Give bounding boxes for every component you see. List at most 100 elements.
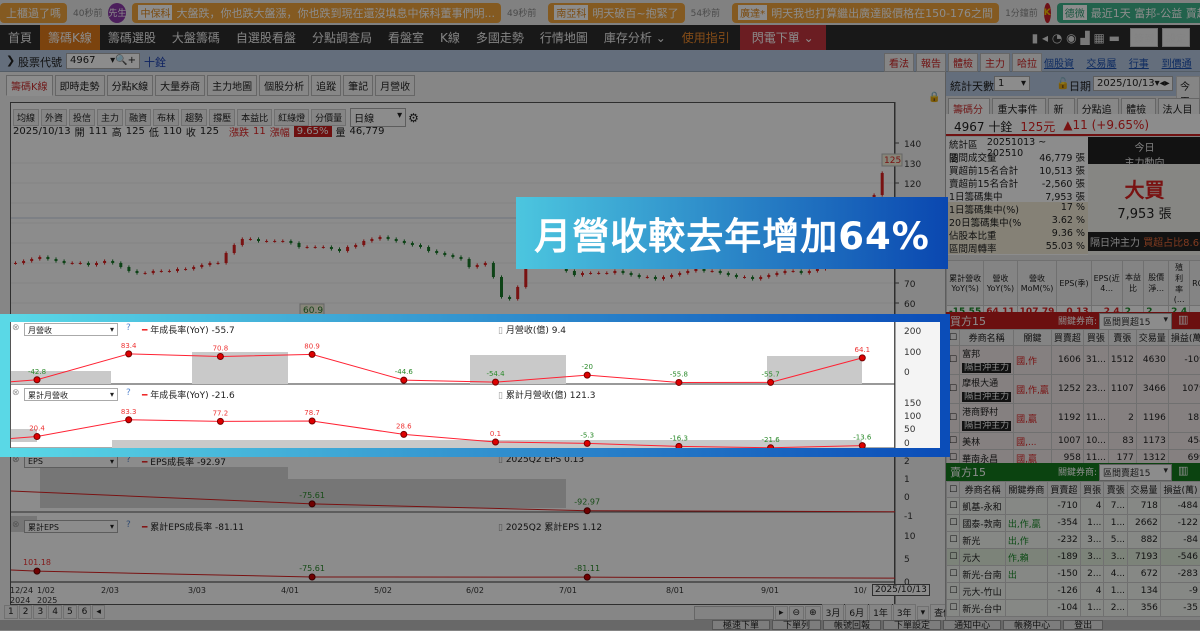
- row-checkbox[interactable]: ☐: [947, 375, 960, 404]
- select-all-checkbox[interactable]: ☐: [947, 330, 960, 346]
- notification-button[interactable]: 通知中心: [943, 620, 1001, 630]
- range-1y[interactable]: 1年: [869, 604, 892, 621]
- column-header[interactable]: 買張: [1080, 482, 1104, 498]
- columns-icon[interactable]: ▥: [1178, 464, 1188, 477]
- help-icon[interactable]: ?: [126, 520, 131, 530]
- row-checkbox[interactable]: ☐: [947, 346, 960, 375]
- column-header[interactable]: 交易量: [1136, 330, 1168, 346]
- column-header[interactable]: 券商名稱: [960, 482, 1005, 498]
- broker-name[interactable]: 新光-台南: [960, 566, 1005, 583]
- columns-icon[interactable]: ▥: [1178, 313, 1188, 326]
- range-6m[interactable]: 6月: [845, 604, 868, 621]
- table-row[interactable]: ☐國泰-敦南出,作,贏-3541...1...2662-122: [947, 515, 1200, 532]
- broker-name[interactable]: 富邦: [962, 347, 1011, 360]
- column-header[interactable]: 損益(萬): [1168, 330, 1200, 346]
- close-icon[interactable]: ⊗: [12, 388, 20, 398]
- order-settings-button[interactable]: 下單設定: [883, 620, 941, 630]
- table-row[interactable]: ☐富邦隔日沖主力國,作160631...15124630-109: [947, 346, 1200, 375]
- sell-filter-select[interactable]: 區間賣超15▾: [1099, 464, 1172, 481]
- close-icon[interactable]: ⊗: [12, 455, 20, 465]
- row-checkbox[interactable]: ☐: [947, 433, 960, 450]
- table-row[interactable]: ☐摩根大通隔日沖主力國,作,贏125223...110734661079: [947, 375, 1200, 404]
- scroll-right-button[interactable]: ▸: [775, 606, 788, 620]
- avatar[interactable]: K: [1044, 3, 1051, 23]
- table-row[interactable]: ☐凱基-永和-71047...718-484: [947, 498, 1200, 515]
- close-icon[interactable]: ⊗: [12, 323, 20, 333]
- row-checkbox[interactable]: ☐: [947, 600, 960, 617]
- table-row[interactable]: ☐元大-竹山-12641...134-9: [947, 583, 1200, 600]
- broker-name[interactable]: 新光-台中: [960, 600, 1005, 617]
- range-input[interactable]: [694, 606, 774, 620]
- account-report-button[interactable]: 帳號回報: [823, 620, 881, 630]
- column-header[interactable]: 買賣超: [1051, 330, 1083, 346]
- row-checkbox[interactable]: ☐: [947, 532, 960, 549]
- order-bar-button[interactable]: 下單列: [772, 620, 821, 630]
- stat-row: 佔股本比重9.36 %: [946, 228, 1088, 241]
- indicator-select[interactable]: 累計EPS▾: [24, 520, 118, 533]
- zoom-out-icon[interactable]: ⊖: [789, 606, 805, 620]
- broker-name[interactable]: 元大-竹山: [960, 583, 1005, 600]
- page-2[interactable]: 2: [19, 605, 33, 619]
- ticker-item[interactable]: 德微最近1天 富邦-公益 賣超異常 -28.4%: [1057, 3, 1200, 23]
- table-row[interactable]: ☐新光-台中-1041...2...356-35: [947, 600, 1200, 617]
- table-row[interactable]: ☐元大作,賴-1893...3...7193-546: [947, 549, 1200, 566]
- indicator-select[interactable]: EPS▾: [24, 455, 118, 468]
- page-1[interactable]: 1: [4, 605, 18, 619]
- column-header[interactable]: 賣張: [1108, 330, 1136, 346]
- checkin-button[interactable]: 簽到: [1130, 28, 1158, 47]
- column-header[interactable]: 買賣超: [1047, 482, 1080, 498]
- row-checkbox[interactable]: ☐: [947, 566, 960, 583]
- main-force-button[interactable]: 主力: [980, 53, 1010, 72]
- page-5[interactable]: 5: [63, 605, 77, 619]
- column-header[interactable]: 券商名稱: [960, 330, 1014, 346]
- column-header[interactable]: 賣張: [1104, 482, 1128, 498]
- range-3m[interactable]: 3月: [822, 604, 845, 621]
- row-checkbox[interactable]: ☐: [947, 404, 960, 433]
- quick-order-button[interactable]: 極速下單: [712, 620, 770, 630]
- days-select[interactable]: 1▾: [994, 76, 1030, 91]
- table-row[interactable]: ☐港商野村隔日沖主力國,贏119211...21196181: [947, 404, 1200, 433]
- broker-name[interactable]: 美林: [962, 435, 1011, 448]
- indicator-select[interactable]: 累計月營收▾: [24, 388, 118, 401]
- zoom-in-icon[interactable]: ⊕: [805, 606, 821, 620]
- row-checkbox[interactable]: ☐: [947, 515, 960, 532]
- broker-name[interactable]: 摩根大通: [962, 376, 1011, 389]
- page-4[interactable]: 4: [48, 605, 62, 619]
- column-header[interactable]: 損益(萬): [1160, 482, 1200, 498]
- broker-name[interactable]: 國泰-敦南: [960, 515, 1005, 532]
- toolbar-icons[interactable]: ▮ ◂ ◔ ◉ ▟ ▦ ▬: [1024, 25, 1128, 50]
- table-row[interactable]: ☐新光出,作-2323...5...882-84: [947, 532, 1200, 549]
- table-row[interactable]: ☐美林國,...100710...831173454: [947, 433, 1200, 450]
- row-checkbox[interactable]: ☐: [947, 498, 960, 515]
- checkup-button[interactable]: 體檢: [948, 53, 978, 72]
- logout-button[interactable]: 登出: [1063, 620, 1103, 630]
- broker-name[interactable]: 新光: [960, 532, 1005, 549]
- indicator-select[interactable]: 月營收▾: [24, 323, 118, 336]
- table-row[interactable]: ☐新光-台南出-1502...4...672-283: [947, 566, 1200, 583]
- row-checkbox[interactable]: ☐: [947, 583, 960, 600]
- range-3y[interactable]: 3年: [893, 604, 916, 621]
- broker-name[interactable]: 港商野村: [962, 405, 1011, 418]
- account-center-button[interactable]: 帳務中心: [1003, 620, 1061, 630]
- lock-icon[interactable]: 🔓: [1056, 77, 1070, 90]
- column-header[interactable]: 關鍵券商: [1005, 482, 1047, 498]
- column-header[interactable]: 關鍵: [1014, 330, 1052, 346]
- broker-name[interactable]: 凱基-永和: [960, 498, 1005, 515]
- help-icon[interactable]: ?: [126, 323, 131, 333]
- help-icon[interactable]: ?: [126, 388, 131, 398]
- settings-button[interactable]: 設定: [1162, 28, 1190, 47]
- scroll-left-button[interactable]: ◂: [92, 605, 105, 619]
- range-dropdown[interactable]: ▾: [917, 606, 930, 620]
- close-icon[interactable]: ⊗: [12, 520, 20, 530]
- select-all-checkbox[interactable]: ☐: [947, 482, 960, 498]
- column-header[interactable]: 買張: [1083, 330, 1108, 346]
- page-3[interactable]: 3: [33, 605, 47, 619]
- date-select[interactable]: 2025/10/13▾◂▸: [1093, 76, 1173, 91]
- help-icon[interactable]: ?: [126, 455, 131, 465]
- page-6[interactable]: 6: [78, 605, 92, 619]
- row-checkbox[interactable]: ☐: [947, 549, 960, 566]
- column-header[interactable]: 交易量: [1128, 482, 1161, 498]
- broker-name[interactable]: 元大: [960, 549, 1005, 566]
- buy-filter-select[interactable]: 區間買超15▾: [1099, 313, 1172, 330]
- chat-button[interactable]: 哈拉: [1012, 53, 1042, 72]
